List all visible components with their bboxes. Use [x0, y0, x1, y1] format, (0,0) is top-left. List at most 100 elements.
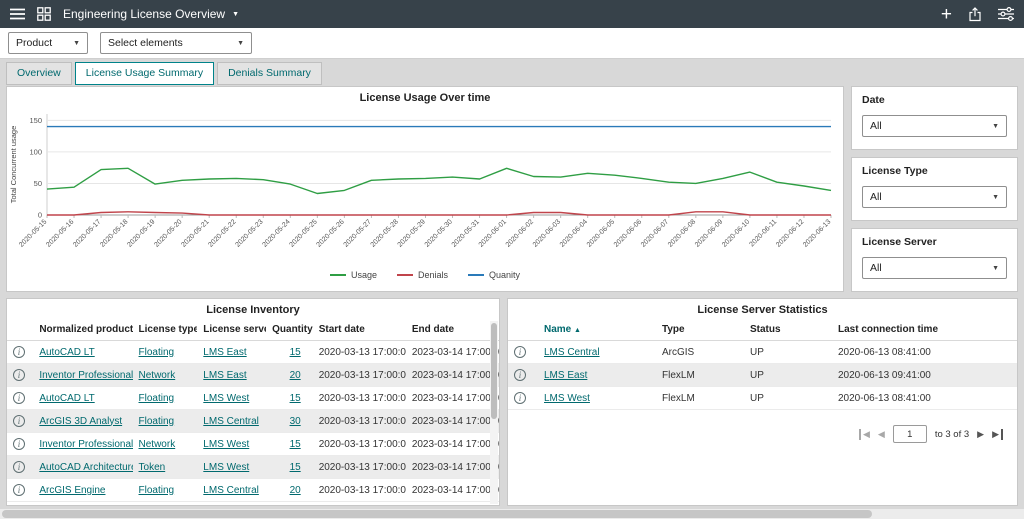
- legend-item[interactable]: Quanity: [468, 270, 520, 280]
- info-icon[interactable]: i: [13, 438, 25, 450]
- license-type-link[interactable]: Network: [139, 439, 176, 450]
- first-page-button[interactable]: ◀: [859, 429, 870, 440]
- server-name-link[interactable]: LMS East: [544, 370, 587, 381]
- next-page-button[interactable]: ▶: [977, 429, 984, 440]
- settings-sliders-icon[interactable]: [998, 7, 1014, 21]
- svg-text:2020-06-07: 2020-06-07: [640, 218, 670, 248]
- product-select[interactable]: Product ▼: [8, 32, 88, 54]
- license-server-filter-label: License Server: [862, 236, 1007, 248]
- legend-item[interactable]: Denials: [397, 270, 448, 280]
- dashboard-title-menu[interactable]: Engineering License Overview ▼: [63, 7, 239, 21]
- column-header[interactable]: Last connection time: [832, 319, 1017, 341]
- info-icon[interactable]: i: [13, 484, 25, 496]
- product-link[interactable]: ArcGIS 3D Analyst: [39, 416, 122, 427]
- svg-text:2020-05-19: 2020-05-19: [126, 218, 156, 248]
- date-filter-select[interactable]: All ▼: [862, 115, 1007, 137]
- license-type-link[interactable]: Floating: [139, 416, 175, 427]
- apps-grid-icon[interactable]: [37, 7, 51, 21]
- server-name-link[interactable]: LMS Central: [544, 347, 600, 358]
- column-header[interactable]: Normalized product: [33, 319, 132, 341]
- top-bar: Engineering License Overview ▼ +: [0, 0, 1024, 28]
- usage-chart: 0501001502020-05-152020-05-162020-05-172…: [7, 107, 843, 265]
- legend-item[interactable]: Usage: [330, 270, 377, 280]
- license-server-link[interactable]: LMS West: [203, 393, 249, 404]
- table-row: iAutoCAD LTFloatingLMS West152020-03-13 …: [7, 387, 499, 410]
- info-icon[interactable]: i: [514, 369, 526, 381]
- license-server-link[interactable]: LMS West: [203, 462, 249, 473]
- quantity-link[interactable]: 30: [290, 416, 301, 427]
- column-header[interactable]: Status: [744, 319, 832, 341]
- svg-text:2020-05-26: 2020-05-26: [316, 218, 346, 248]
- license-type-link[interactable]: Floating: [139, 347, 175, 358]
- pagination-range-label: to 3 of 3: [935, 429, 969, 440]
- chart-legend: Usage Denials Quanity: [7, 265, 843, 285]
- product-link[interactable]: Inventor Professional: [39, 439, 132, 450]
- quantity-link[interactable]: 15: [290, 347, 301, 358]
- info-icon[interactable]: i: [13, 461, 25, 473]
- license-type-link[interactable]: Token: [139, 462, 166, 473]
- legend-label: Quanity: [489, 270, 520, 280]
- license-server-link[interactable]: LMS East: [203, 370, 246, 381]
- license-server-filter-select[interactable]: All ▼: [862, 257, 1007, 279]
- product-link[interactable]: AutoCAD LT: [39, 347, 94, 358]
- license-type-link[interactable]: Floating: [139, 485, 175, 496]
- product-link[interactable]: ArcGIS Engine: [39, 485, 105, 496]
- info-icon[interactable]: i: [514, 346, 526, 358]
- license-type-link[interactable]: Network: [139, 370, 176, 381]
- chart-title: License Usage Over time: [7, 87, 843, 107]
- column-header[interactable]: Type: [656, 319, 744, 341]
- last-page-button[interactable]: ▶: [992, 429, 1003, 440]
- horizontal-scrollbar[interactable]: [0, 509, 1024, 519]
- column-header[interactable]: End date: [406, 319, 499, 341]
- license-server-link[interactable]: LMS Central: [203, 485, 259, 496]
- info-icon[interactable]: i: [13, 369, 25, 381]
- vertical-scrollbar[interactable]: [490, 321, 498, 504]
- servers-head: Name ▲TypeStatusLast connection time: [508, 319, 1017, 341]
- column-header[interactable]: Quantity: [266, 319, 313, 341]
- quantity-link[interactable]: 20: [290, 370, 301, 381]
- tab-denials-summary[interactable]: Denials Summary: [217, 62, 322, 85]
- license-server-link[interactable]: LMS Central: [203, 416, 259, 427]
- add-button[interactable]: +: [941, 5, 952, 24]
- info-icon[interactable]: i: [13, 415, 25, 427]
- scrollbar-thumb[interactable]: [491, 323, 497, 419]
- end-date-cell: 2023-03-14 17:00:00: [406, 410, 499, 433]
- column-header[interactable]: Start date: [313, 319, 406, 341]
- server-name-link[interactable]: LMS West: [544, 393, 590, 404]
- info-icon[interactable]: i: [13, 392, 25, 404]
- export-icon[interactable]: [968, 7, 982, 22]
- product-link[interactable]: Inventor Professional: [39, 370, 132, 381]
- svg-text:2020-06-03: 2020-06-03: [532, 218, 562, 248]
- license-server-link[interactable]: LMS West: [203, 439, 249, 450]
- info-icon[interactable]: i: [514, 392, 526, 404]
- svg-text:2020-05-29: 2020-05-29: [397, 218, 427, 248]
- license-type-link[interactable]: Floating: [139, 393, 175, 404]
- quantity-link[interactable]: 20: [290, 485, 301, 496]
- svg-text:2020-06-06: 2020-06-06: [613, 218, 643, 248]
- svg-text:2020-05-23: 2020-05-23: [234, 218, 264, 248]
- quantity-link[interactable]: 15: [290, 462, 301, 473]
- table-row: iLMS EastFlexLMUP2020-06-13 09:41:00: [508, 364, 1017, 387]
- column-header[interactable]: License type: [133, 319, 198, 341]
- quantity-link[interactable]: 15: [290, 439, 301, 450]
- column-header[interactable]: Name ▲: [538, 319, 656, 341]
- product-link[interactable]: AutoCAD Architecture: [39, 462, 132, 473]
- hamburger-menu-icon[interactable]: [10, 8, 25, 20]
- scrollbar-thumb[interactable]: [2, 510, 872, 518]
- column-header[interactable]: License server: [197, 319, 266, 341]
- previous-page-button[interactable]: ◀: [878, 429, 885, 440]
- quantity-link[interactable]: 15: [290, 393, 301, 404]
- svg-text:2020-05-27: 2020-05-27: [343, 218, 373, 248]
- svg-text:2020-06-13: 2020-06-13: [802, 218, 832, 248]
- license-type-filter-select[interactable]: All ▼: [862, 186, 1007, 208]
- tab-license-usage-summary[interactable]: License Usage Summary: [75, 62, 214, 85]
- server-type-cell: ArcGIS: [656, 341, 744, 364]
- page-number-input[interactable]: [893, 425, 927, 443]
- tab-overview[interactable]: Overview: [6, 62, 72, 85]
- product-link[interactable]: AutoCAD LT: [39, 393, 94, 404]
- pagination: ◀ ◀ to 3 of 3 ▶ ▶: [859, 425, 1003, 443]
- info-icon[interactable]: i: [13, 346, 25, 358]
- select-elements-dropdown[interactable]: Select elements ▼: [100, 32, 252, 54]
- license-server-link[interactable]: LMS East: [203, 347, 246, 358]
- svg-text:100: 100: [29, 147, 42, 156]
